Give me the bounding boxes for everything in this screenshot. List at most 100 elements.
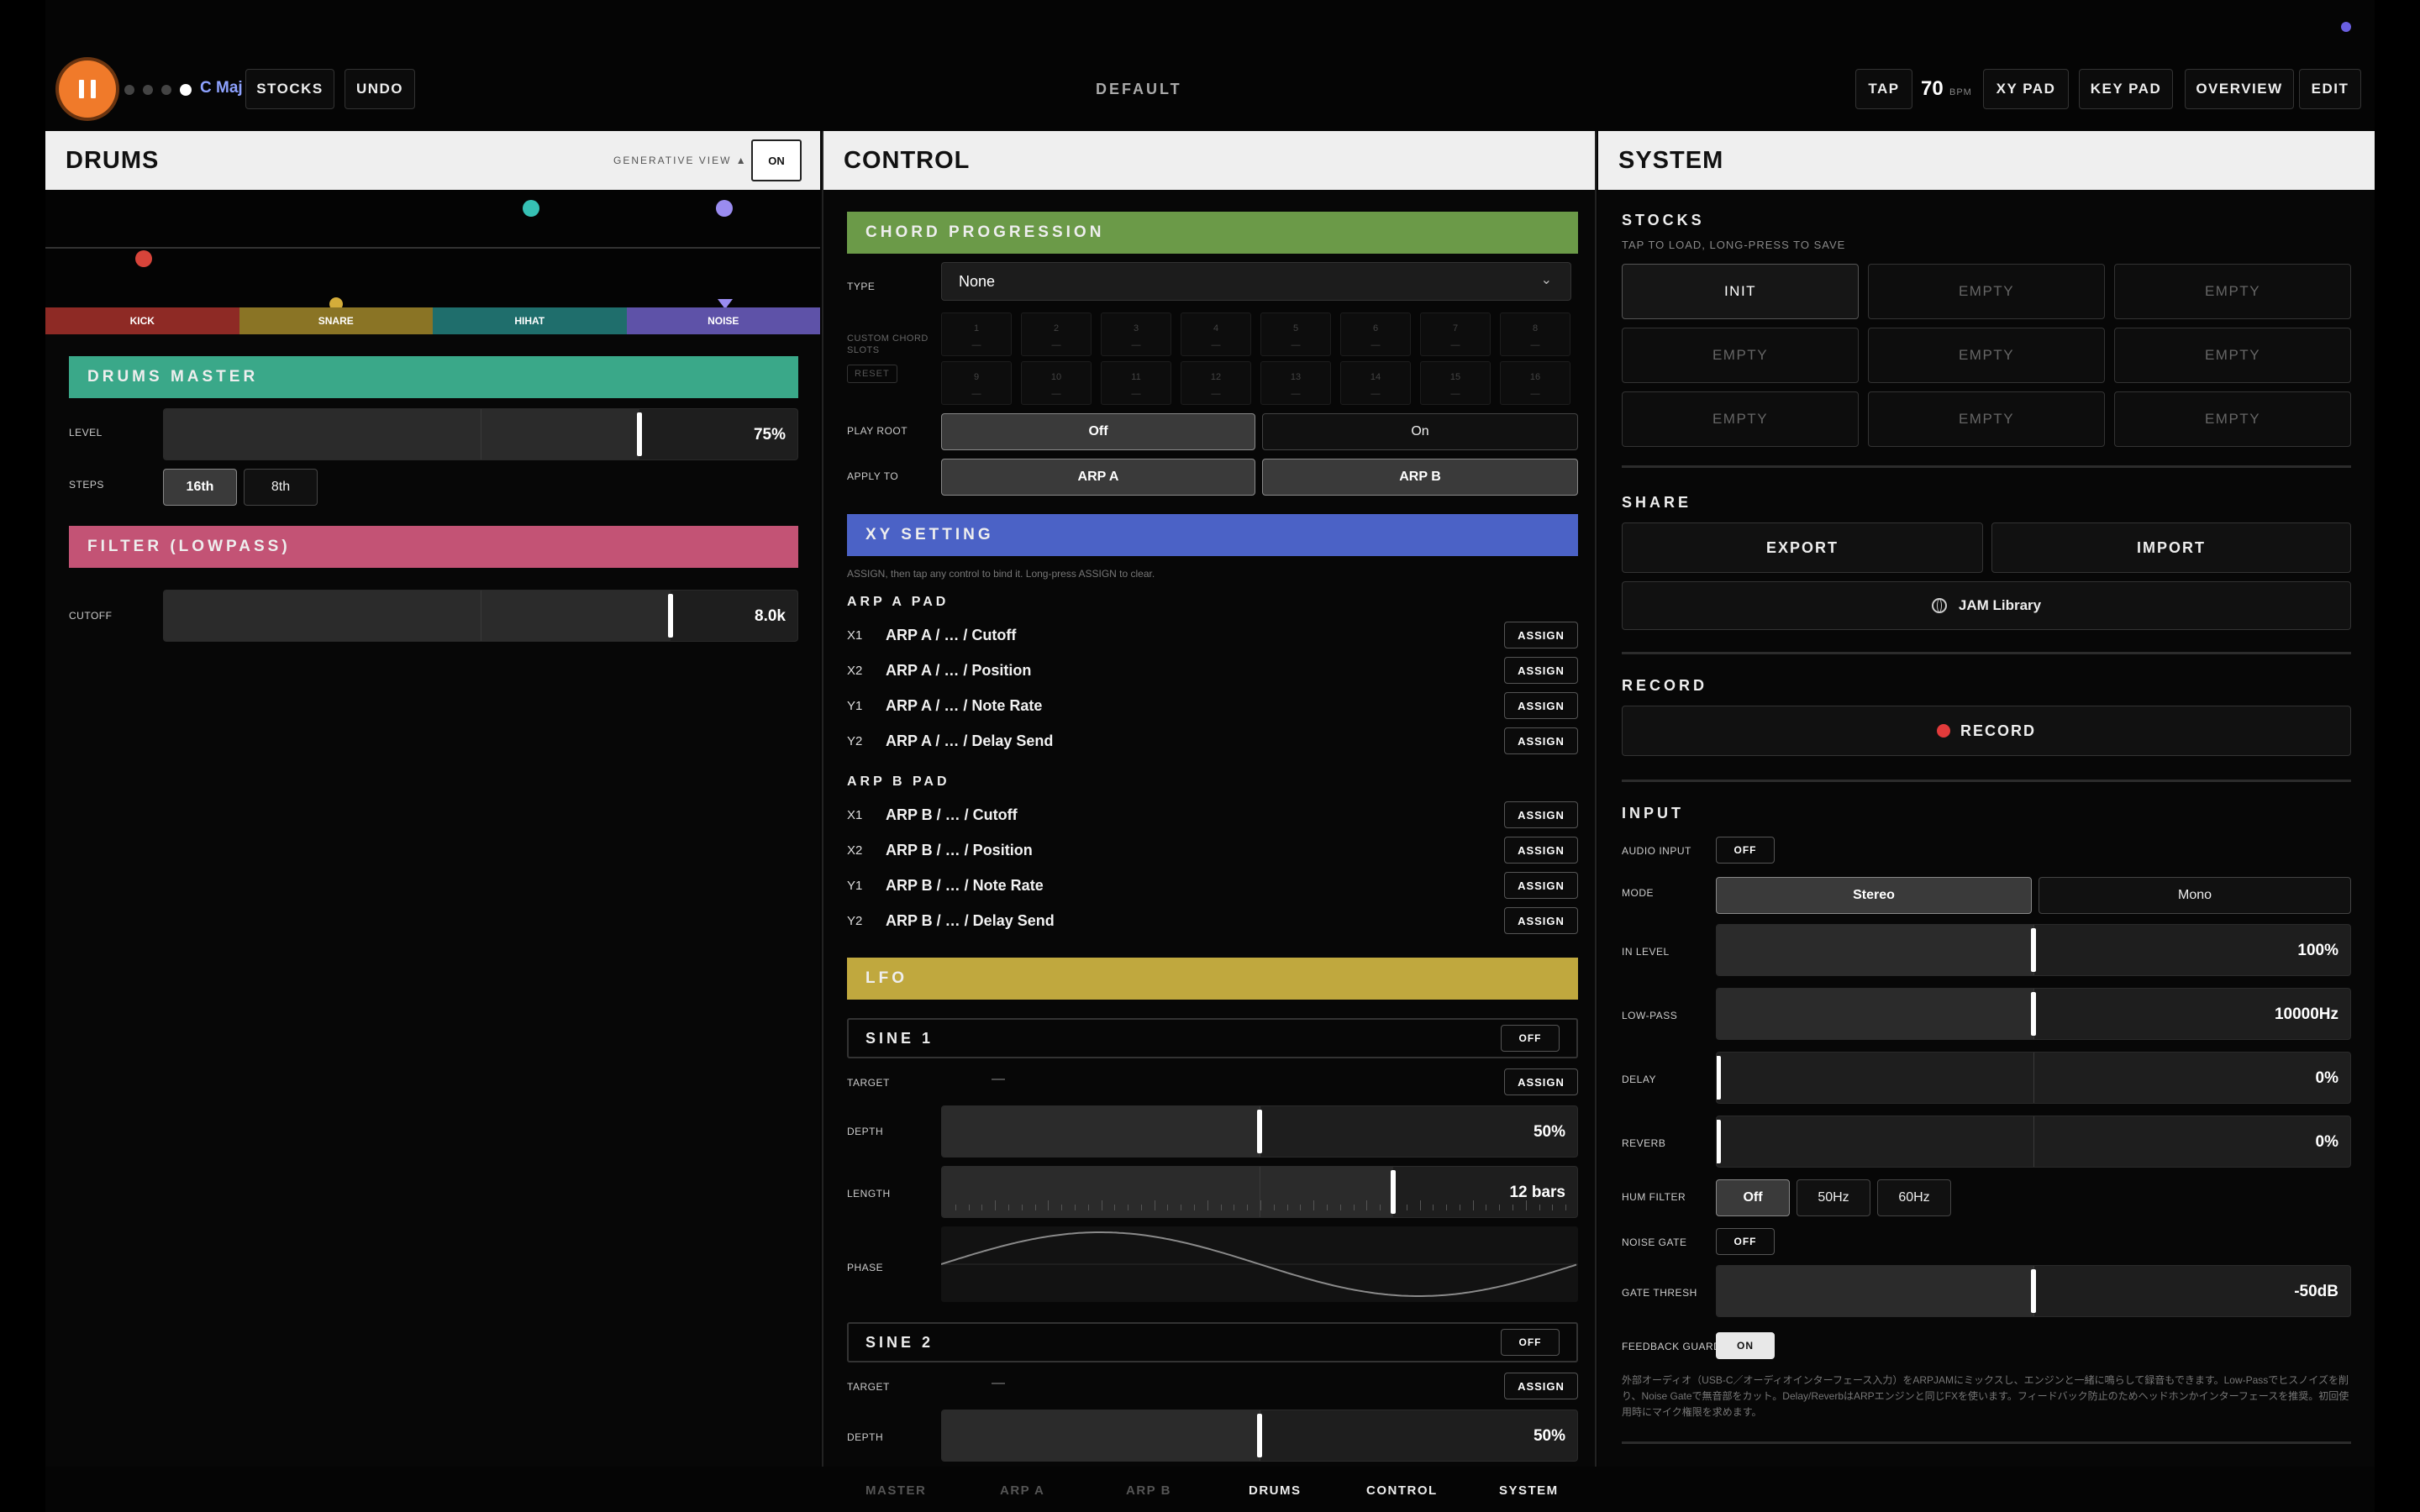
nav-system[interactable]: SYSTEM bbox=[1499, 1483, 1559, 1498]
generative-view-toggle[interactable]: GENERATIVE VIEW ▲ bbox=[613, 155, 748, 166]
chord-slot[interactable]: 10 — bbox=[1021, 361, 1092, 405]
chord-slot[interactable]: 14 — bbox=[1340, 361, 1411, 405]
play-root-off-button[interactable]: Off bbox=[941, 413, 1255, 450]
chord-slot[interactable]: 8— bbox=[1500, 312, 1570, 356]
stock-slot-empty[interactable]: EMPTY bbox=[2114, 264, 2351, 319]
stock-slot-empty[interactable]: EMPTY bbox=[1868, 391, 2105, 447]
stock-slot-empty[interactable]: EMPTY bbox=[1868, 264, 2105, 319]
mode-stereo-button[interactable]: Stereo bbox=[1716, 877, 2032, 914]
key-label[interactable]: C Maj bbox=[200, 79, 243, 97]
chord-slot[interactable]: 4— bbox=[1181, 312, 1251, 356]
chord-slot[interactable]: 6— bbox=[1340, 312, 1411, 356]
chord-slot[interactable]: 11 — bbox=[1101, 361, 1171, 405]
hum-off-button[interactable]: Off bbox=[1716, 1179, 1790, 1216]
chord-slot[interactable]: 9— bbox=[941, 361, 1012, 405]
import-button[interactable]: IMPORT bbox=[1991, 522, 2351, 573]
edit-button[interactable]: EDIT bbox=[2299, 69, 2361, 109]
sine2-depth-knob[interactable] bbox=[1257, 1414, 1262, 1457]
in-level-slider[interactable]: 100% bbox=[1716, 924, 2351, 976]
chord-slot[interactable]: 7— bbox=[1420, 312, 1491, 356]
steps-8th-button[interactable]: 8th bbox=[244, 469, 318, 506]
phase-wave[interactable] bbox=[940, 1226, 1578, 1302]
stock-slot-init[interactable]: INIT bbox=[1622, 264, 1859, 319]
lane-noise[interactable]: NOISE bbox=[626, 307, 820, 334]
sine2-target-assign-button[interactable]: ASSIGN bbox=[1504, 1373, 1578, 1399]
xy-assign-button[interactable]: ASSIGN bbox=[1504, 907, 1578, 934]
xy-assign-button[interactable]: ASSIGN bbox=[1504, 801, 1578, 828]
hum-60hz-button[interactable]: 60Hz bbox=[1877, 1179, 1951, 1216]
reverb-slider[interactable]: 0% bbox=[1716, 1116, 2351, 1168]
lane-hihat[interactable]: HIHAT bbox=[433, 307, 627, 334]
xy-assign-button[interactable]: ASSIGN bbox=[1504, 622, 1578, 648]
lowpass-knob[interactable] bbox=[2031, 992, 2036, 1036]
nav-arp-b[interactable]: ARP B bbox=[1126, 1483, 1171, 1498]
sine2-off-toggle[interactable]: OFF bbox=[1501, 1329, 1560, 1356]
apply-arp-a-button[interactable]: ARP A bbox=[941, 459, 1255, 496]
overview-button[interactable]: OVERVIEW bbox=[2185, 69, 2294, 109]
steps-16th-button[interactable]: 16th bbox=[163, 469, 237, 506]
gate-thresh-slider[interactable]: -50dB bbox=[1716, 1265, 2351, 1317]
record-button[interactable]: RECORD bbox=[1622, 706, 2351, 756]
reverb-knob[interactable] bbox=[1717, 1120, 1721, 1163]
nav-master[interactable]: MASTER bbox=[865, 1483, 926, 1498]
stock-slot-empty[interactable]: EMPTY bbox=[2114, 391, 2351, 447]
tap-button[interactable]: TAP bbox=[1855, 69, 1912, 109]
play-root-on-button[interactable]: On bbox=[1262, 413, 1578, 450]
play-pause-button[interactable] bbox=[59, 60, 116, 118]
length-slider-knob[interactable] bbox=[1390, 1170, 1396, 1214]
chord-slot[interactable]: 5— bbox=[1260, 312, 1331, 356]
delay-slider[interactable]: 0% bbox=[1716, 1052, 2351, 1104]
level-slider-knob[interactable] bbox=[636, 412, 642, 456]
generative-on-button[interactable]: ON bbox=[751, 139, 802, 181]
stocks-button[interactable]: STOCKS bbox=[245, 69, 334, 109]
nav-arp-a[interactable]: ARP A bbox=[1000, 1483, 1044, 1498]
level-slider[interactable]: 75% bbox=[163, 408, 798, 460]
chord-slot[interactable]: 2— bbox=[1021, 312, 1092, 356]
xy-assign-button[interactable]: ASSIGN bbox=[1504, 837, 1578, 864]
nav-control[interactable]: CONTROL bbox=[1366, 1483, 1438, 1498]
sine1-target-assign-button[interactable]: ASSIGN bbox=[1504, 1068, 1578, 1095]
noise-gate-toggle[interactable]: OFF bbox=[1716, 1228, 1775, 1255]
lane-kick[interactable]: KICK bbox=[45, 307, 239, 334]
undo-button[interactable]: UNDO bbox=[345, 69, 415, 109]
chord-slot[interactable]: 13 — bbox=[1260, 361, 1331, 405]
feedback-guard-toggle[interactable]: ON bbox=[1716, 1332, 1775, 1359]
chord-slot[interactable]: 1— bbox=[941, 312, 1012, 356]
chord-slot[interactable]: 3— bbox=[1101, 312, 1171, 356]
xy-assign-button[interactable]: ASSIGN bbox=[1504, 872, 1578, 899]
export-button[interactable]: EXPORT bbox=[1622, 522, 1983, 573]
cutoff-slider-knob[interactable] bbox=[668, 594, 674, 638]
xy-assign-button[interactable]: ASSIGN bbox=[1504, 657, 1578, 684]
stock-slot-empty[interactable]: EMPTY bbox=[1868, 328, 2105, 383]
audio-input-toggle[interactable]: OFF bbox=[1716, 837, 1775, 864]
stock-slot-empty[interactable]: EMPTY bbox=[1622, 391, 1859, 447]
mode-mono-button[interactable]: Mono bbox=[2039, 877, 2351, 914]
nav-drums[interactable]: DRUMS bbox=[1249, 1483, 1302, 1498]
chord-slot[interactable]: 15 — bbox=[1420, 361, 1491, 405]
stock-slot-empty[interactable]: EMPTY bbox=[2114, 328, 2351, 383]
xy-assign-button[interactable]: ASSIGN bbox=[1504, 692, 1578, 719]
type-select[interactable]: None ⌄ bbox=[941, 262, 1571, 301]
lowpass-slider[interactable]: 10000Hz bbox=[1716, 988, 2351, 1040]
lane-snare[interactable]: SNARE bbox=[239, 307, 433, 334]
in-level-knob[interactable] bbox=[2031, 928, 2036, 972]
chord-slot[interactable]: 12 — bbox=[1181, 361, 1251, 405]
sine1-off-toggle[interactable]: OFF bbox=[1501, 1025, 1560, 1052]
key-pad-button[interactable]: KEY PAD bbox=[2079, 69, 2173, 109]
gate-thresh-knob[interactable] bbox=[2031, 1269, 2036, 1313]
apply-arp-b-button[interactable]: ARP B bbox=[1262, 459, 1578, 496]
length-slider[interactable]: 12 bars bbox=[941, 1166, 1578, 1218]
sine2-depth-slider[interactable]: 50% bbox=[941, 1410, 1578, 1462]
sine1-depth-slider[interactable]: 50% bbox=[941, 1105, 1578, 1158]
hum-50hz-button[interactable]: 50Hz bbox=[1797, 1179, 1870, 1216]
bpm-value[interactable]: 70 bbox=[1921, 77, 1944, 101]
stock-slot-empty[interactable]: EMPTY bbox=[1622, 328, 1859, 383]
delay-knob[interactable] bbox=[1717, 1056, 1721, 1100]
xy-assign-button[interactable]: ASSIGN bbox=[1504, 727, 1578, 754]
chord-slot[interactable]: 16 — bbox=[1500, 361, 1570, 405]
reset-button[interactable]: RESET bbox=[847, 365, 897, 383]
sine1-depth-knob[interactable] bbox=[1257, 1110, 1262, 1153]
xy-pad-button[interactable]: XY PAD bbox=[1983, 69, 2069, 109]
jam-library-button[interactable]: JAM Library bbox=[1622, 581, 2351, 630]
cutoff-slider[interactable]: 8.0k bbox=[163, 590, 798, 642]
